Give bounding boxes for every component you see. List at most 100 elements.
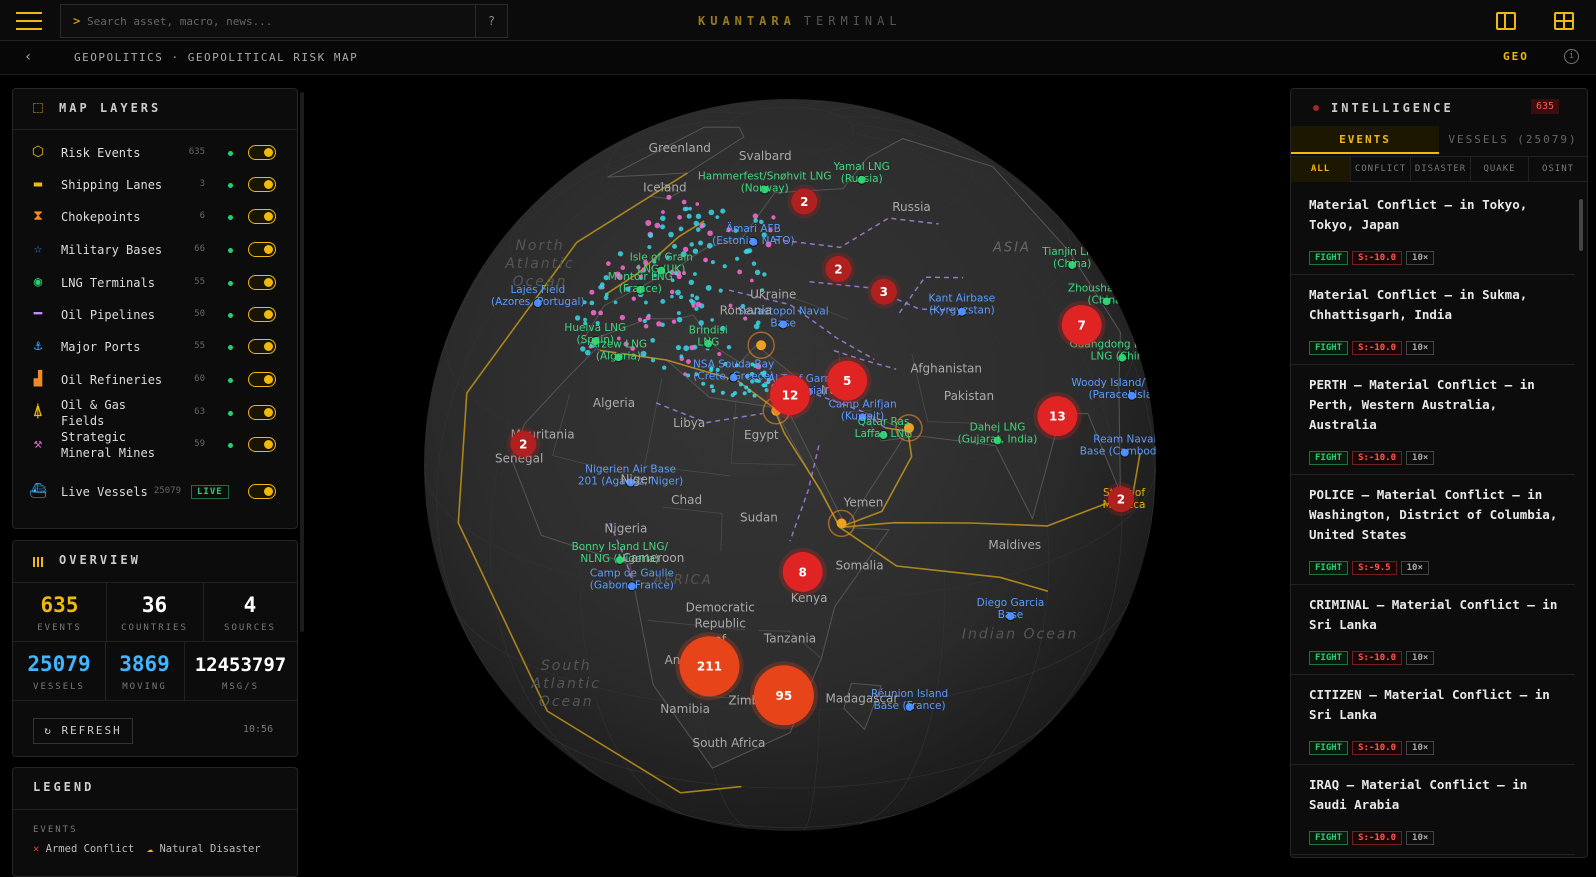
- vessel-dot: [660, 224, 666, 230]
- layer-row-risk-events[interactable]: ⬡ Risk Events 635: [13, 137, 297, 169]
- layer-toggle[interactable]: [248, 372, 276, 387]
- layer-row-oil-refineries[interactable]: ▟ Oil Refineries 60: [13, 364, 297, 396]
- cluster-count: 12: [782, 389, 799, 403]
- chokepoint-marker[interactable]: [836, 518, 847, 529]
- layer-row-military-bases[interactable]: ☆ Military Bases 66: [13, 234, 297, 266]
- legend-items: ✕ Armed Conflict ☁ Natural Disaster: [33, 843, 261, 855]
- filter-quake[interactable]: QUAKE: [1471, 157, 1529, 182]
- event-card[interactable]: POLICE — Material Conflict — in Washingt…: [1291, 475, 1575, 585]
- filter-all[interactable]: ALL: [1291, 157, 1351, 182]
- vessel-dot: [718, 288, 723, 293]
- vessel-dot: [694, 295, 700, 301]
- region-label-south_atlantic: South Atlantic Ocean: [531, 658, 601, 710]
- event-card[interactable]: Material Conflict — in Tokyo, Tokyo, Jap…: [1291, 185, 1575, 275]
- vessel-dot: [692, 272, 697, 276]
- search-input[interactable]: [87, 11, 467, 31]
- search-box: > ?: [60, 4, 508, 38]
- event-tags: FIGHT S:-9.5 10×: [1309, 555, 1433, 575]
- cluster-count: 5: [843, 374, 851, 388]
- map-layers-panel: MAP LAYERS ⬡ Risk Events 635 ▬ Shipping Lane…: [12, 88, 298, 529]
- refresh-button[interactable]: ↻ REFRESH: [33, 718, 133, 744]
- globe-map[interactable]: Hammerfest/Snøhvit LNG (Norway) Yamal LNG(…: [300, 76, 1266, 872]
- layer-label: Oil Pipelines: [61, 308, 155, 322]
- filter-disaster[interactable]: DISASTER: [1411, 157, 1471, 182]
- intelligence-panel: INTELLIGENCE 635 EVENTS VESSELS (25079) …: [1290, 88, 1588, 858]
- fight-badge: FIGHT: [1309, 341, 1349, 355]
- vessel-dot: [613, 300, 618, 305]
- hourglass-icon: ⧗: [33, 208, 43, 224]
- layer-row-lng-terminals[interactable]: ◉ LNG Terminals 55: [13, 267, 297, 299]
- vessel-dot: [688, 206, 692, 211]
- stat-vessels: 25079 VESSELS: [27, 652, 91, 692]
- layer-row-oil-gas-fields[interactable]: ⍋ Oil & Gas Fields 63: [13, 397, 297, 429]
- status-dot-icon: [1313, 105, 1319, 111]
- back-icon[interactable]: ‹: [24, 49, 32, 65]
- globe-svg[interactable]: Hammerfest/Snøhvit LNG (Norway)Yamal LNG(…: [300, 76, 1266, 872]
- layer-row-major-ports[interactable]: ⚓ Major Ports 55: [13, 331, 297, 363]
- event-card[interactable]: CITIZEN — Material Conflict — in Sri Lan…: [1291, 675, 1575, 765]
- layer-toggle[interactable]: [248, 145, 276, 160]
- layer-toggle[interactable]: [248, 484, 276, 499]
- refresh-icon: ↻: [44, 724, 62, 737]
- cluster-count: 3: [880, 285, 888, 299]
- stat-countries: 36 COUNTRIES: [121, 593, 188, 633]
- vessel-dot: [681, 199, 687, 205]
- vessel-dot: [715, 215, 720, 220]
- vessel-dot: [574, 315, 581, 321]
- vessel-dot: [708, 209, 715, 216]
- layer-toggle[interactable]: [248, 242, 276, 257]
- layer-row-live-vessels[interactable]: ⛴ Live Vessels LIVE 25079: [13, 476, 297, 508]
- vessel-dot: [590, 309, 597, 316]
- event-tags: FIGHT S:-10.0 10×: [1309, 335, 1438, 355]
- mult-badge: 10×: [1406, 341, 1435, 355]
- mode-label[interactable]: GEO: [1503, 50, 1529, 63]
- split-view-icon[interactable]: [1496, 12, 1516, 30]
- grid-view-icon[interactable]: [1554, 12, 1574, 30]
- vessel-dot: [645, 220, 652, 226]
- tab-vessels[interactable]: VESSELS (25079): [1439, 126, 1587, 154]
- layer-toggle[interactable]: [248, 275, 276, 290]
- layer-toggle[interactable]: [248, 339, 276, 354]
- chokepoint-marker[interactable]: [756, 340, 767, 351]
- ship-icon: ⛴: [29, 483, 47, 499]
- help-button[interactable]: ?: [475, 5, 507, 37]
- last-update-time: 10:56: [243, 724, 274, 735]
- intel-count-badge: 635: [1531, 99, 1560, 114]
- fight-badge: FIGHT: [1309, 651, 1349, 665]
- layer-count: 3: [199, 179, 205, 189]
- tab-events[interactable]: EVENTS: [1291, 126, 1439, 154]
- event-card[interactable]: CRIMINAL — Material Conflict — in Sri La…: [1291, 585, 1575, 675]
- intel-scrollbar[interactable]: [1579, 199, 1583, 251]
- vessel-dot: [589, 300, 595, 306]
- region-label-niger: Niger: [620, 473, 652, 487]
- vessel-dot: [720, 390, 725, 395]
- info-icon[interactable]: i: [1564, 49, 1579, 64]
- layer-toggle[interactable]: [248, 437, 276, 452]
- layer-count: 59: [194, 439, 205, 449]
- nsa_souda-label: NSA Souda Bay (Crete, Greece): [693, 359, 774, 383]
- layer-row-chokepoints[interactable]: ⧗ Chokepoints 6: [13, 201, 297, 233]
- region-label-africa: AFRICA: [652, 573, 712, 588]
- event-card[interactable]: Material Conflict — in Sukma, Chhattisga…: [1291, 275, 1575, 365]
- vessel-dot: [648, 232, 654, 238]
- layer-row-oil-pipelines[interactable]: ━ Oil Pipelines 50: [13, 299, 297, 331]
- layer-toggle[interactable]: [248, 307, 276, 322]
- layer-row-strategic-mineral-mines[interactable]: ⚒ Strategic Mineral Mines 59: [13, 429, 297, 461]
- vessel-dot: [606, 261, 611, 266]
- filter-osint[interactable]: OSINT: [1529, 157, 1587, 182]
- layer-label: Oil & Gas Fields: [61, 398, 127, 428]
- layer-toggle[interactable]: [248, 209, 276, 224]
- vessel-dot: [722, 264, 727, 269]
- layer-toggle[interactable]: [248, 405, 276, 420]
- menu-icon[interactable]: [16, 12, 42, 30]
- status-dot: [228, 313, 233, 318]
- event-card[interactable]: PERTH — Material Conflict — in Perth, We…: [1291, 365, 1575, 475]
- layer-toggle[interactable]: [248, 177, 276, 192]
- event-card[interactable]: IRAQ — Material Conflict — in Saudi Arab…: [1291, 765, 1575, 855]
- layer-row-shipping-lanes[interactable]: ▬ Shipping Lanes 3: [13, 169, 297, 201]
- region-label-ukraine: Ukraine: [750, 288, 796, 302]
- filter-conflict[interactable]: CONFLICT: [1351, 157, 1411, 182]
- fight-badge: FIGHT: [1309, 741, 1349, 755]
- layer-count: 55: [194, 277, 205, 287]
- cluster-count: 2: [800, 195, 808, 209]
